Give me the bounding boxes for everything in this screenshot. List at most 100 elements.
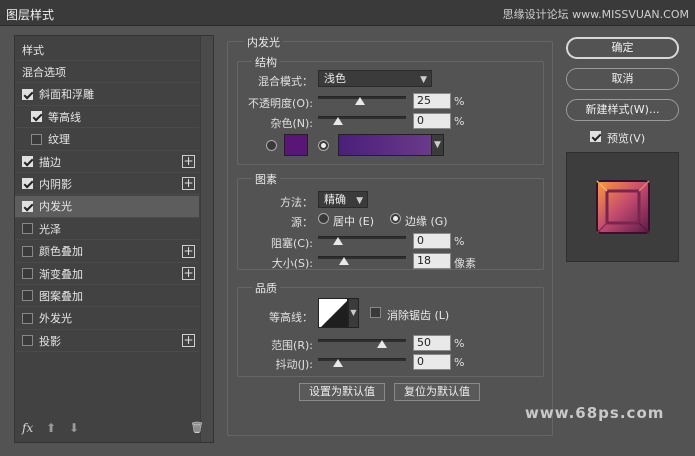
sidebar-item-checkbox[interactable] (22, 156, 33, 167)
sidebar-item[interactable]: 斜面和浮雕 (15, 84, 199, 106)
add-effect-icon[interactable]: + (182, 244, 195, 258)
antialias-checkbox[interactable] (370, 307, 381, 318)
size-slider[interactable] (318, 256, 406, 259)
sidebar-item[interactable]: 等高线 (15, 106, 199, 129)
noise-label: 杂色(N): (270, 117, 313, 130)
sidebar-item[interactable]: 样式 (15, 39, 199, 61)
sidebar-item-checkbox[interactable] (22, 223, 33, 235)
preview-label[interactable]: 预览(V) (607, 130, 645, 146)
reset-default-button[interactable]: 复位为默认值 (394, 383, 480, 401)
sidebar-item[interactable]: 光泽 (15, 218, 199, 241)
make-default-button[interactable]: 设置为默认值 (299, 383, 385, 401)
noise-input[interactable]: 0 (413, 113, 451, 129)
size-slider-thumb[interactable] (339, 257, 350, 265)
sidebar-item-checkbox[interactable] (22, 200, 33, 212)
sidebar-item-checkbox[interactable] (31, 111, 42, 123)
sidebar-item-checkbox[interactable] (22, 312, 33, 324)
sidebar-item[interactable]: 纹理 (15, 129, 199, 151)
sidebar-item-checkbox[interactable] (22, 268, 33, 279)
new-style-button[interactable]: 新建样式(W)... (566, 99, 679, 121)
source-edge-radio[interactable] (390, 213, 401, 224)
style-list: 样式 混合选项 斜面和浮雕 等高线 纹理描边 + 内阴影 + 内发光光泽颜色叠加 + 渐变叠加 + 图案… (14, 35, 214, 443)
sidebar-item[interactable]: 混合选项 (15, 61, 199, 84)
chevron-down-icon: ▼ (356, 196, 363, 206)
move-up-icon[interactable]: ⬆ (46, 421, 56, 435)
contour-chevron-down-icon[interactable]: ▼ (348, 298, 359, 328)
sidebar-item-label: 投影 (39, 334, 61, 348)
sidebar-item-label: 渐变叠加 (39, 267, 83, 281)
sidebar-item-checkbox[interactable] (22, 245, 33, 257)
size-input[interactable]: 18 (413, 253, 451, 269)
contour-curve-icon (319, 299, 347, 327)
noise-slider-thumb[interactable] (333, 117, 343, 125)
cancel-button[interactable]: 取消 (566, 68, 679, 90)
noise-unit: % (454, 115, 465, 128)
ok-button[interactable]: 确定 (566, 37, 679, 59)
sidebar-item[interactable]: 图案叠加 (15, 285, 199, 308)
sidebar-item-checkbox[interactable] (22, 290, 33, 302)
sidebar-item-label: 内阴影 (39, 177, 72, 191)
trash-icon[interactable]: 🗑 (190, 421, 204, 434)
sidebar-item-checkbox[interactable] (22, 335, 33, 347)
sidebar-item-checkbox[interactable] (22, 88, 33, 100)
sidebar-item-label: 光泽 (39, 222, 61, 236)
fx-icon[interactable]: fx (22, 421, 33, 435)
sidebar-item[interactable]: 投影 + (15, 330, 199, 353)
choke-label: 阻塞(C): (271, 237, 313, 250)
sidebar-item[interactable]: 内阴影 + (15, 173, 199, 196)
sidebar-item[interactable]: 渐变叠加 + (15, 263, 199, 285)
source-edge-label[interactable]: 边缘 (G) (405, 213, 448, 229)
add-effect-icon[interactable]: + (182, 155, 195, 168)
sidebar-item-label: 内发光 (39, 200, 72, 214)
watermark-text: 思缘设计论坛 www.MISSVUAN.COM (502, 8, 689, 21)
sidebar-scrollbar[interactable] (200, 36, 213, 442)
move-down-icon[interactable]: ⬇ (69, 421, 79, 435)
range-slider-thumb[interactable] (377, 340, 387, 348)
range-slider[interactable] (318, 339, 406, 342)
antialias-label[interactable]: 消除锯齿 (L) (387, 307, 449, 323)
panel-title: 内发光 (244, 34, 283, 50)
jitter-unit: % (454, 356, 465, 369)
add-effect-icon[interactable]: + (182, 177, 195, 191)
choke-input[interactable]: 0 (413, 233, 451, 249)
sidebar-item[interactable]: 外发光 (15, 308, 199, 330)
gradient-picker[interactable] (338, 134, 432, 156)
sidebar-item-checkbox[interactable] (22, 178, 33, 190)
range-input[interactable]: 50 (413, 335, 451, 351)
method-value: 精确 (324, 193, 346, 206)
source-center-radio[interactable] (318, 213, 329, 224)
chevron-down-icon: ▼ (420, 75, 427, 85)
sidebar-item[interactable]: 颜色叠加 + (15, 241, 199, 263)
gradient-radio[interactable] (318, 140, 329, 151)
contour-preview[interactable] (318, 298, 348, 328)
choke-slider-thumb[interactable] (333, 237, 343, 245)
solid-color-radio[interactable] (266, 140, 277, 151)
structure-legend: 结构 (252, 54, 280, 70)
opacity-input[interactable]: 25 (413, 93, 451, 109)
add-effect-icon[interactable]: + (182, 334, 195, 348)
jitter-slider[interactable] (318, 358, 406, 361)
choke-slider[interactable] (318, 236, 406, 239)
choke-unit: % (454, 235, 465, 248)
sidebar-item[interactable]: 内发光 (15, 195, 199, 218)
source-center-label[interactable]: 居中 (E) (333, 213, 374, 229)
jitter-input[interactable]: 0 (413, 354, 451, 370)
sidebar-item-checkbox[interactable] (31, 133, 42, 145)
noise-slider[interactable] (318, 116, 406, 119)
jitter-slider-thumb[interactable] (333, 359, 343, 367)
range-label: 范围(R): (271, 339, 313, 352)
blend-mode-value: 浅色 (324, 72, 346, 85)
blend-mode-select[interactable]: 浅色 ▼ (318, 70, 432, 87)
preview-checkbox[interactable] (590, 131, 601, 142)
site-watermark: www.68ps.com (525, 404, 665, 422)
sidebar-item[interactable]: 描边 + (15, 151, 199, 173)
method-select[interactable]: 精确 ▼ (318, 191, 368, 208)
glow-color-swatch[interactable] (284, 134, 308, 156)
add-effect-icon[interactable]: + (182, 267, 195, 280)
opacity-slider-thumb[interactable] (355, 97, 365, 105)
sidebar-footer: fx ⬆ ⬇ 🗑 (14, 418, 204, 440)
sidebar-item-label: 描边 (39, 155, 61, 169)
jitter-label: 抖动(J): (275, 358, 313, 371)
title-bar: 图层样式 思缘设计论坛 www.MISSVUAN.COM (0, 0, 695, 26)
gradient-dropdown-chevron-icon[interactable]: ▼ (431, 134, 444, 156)
